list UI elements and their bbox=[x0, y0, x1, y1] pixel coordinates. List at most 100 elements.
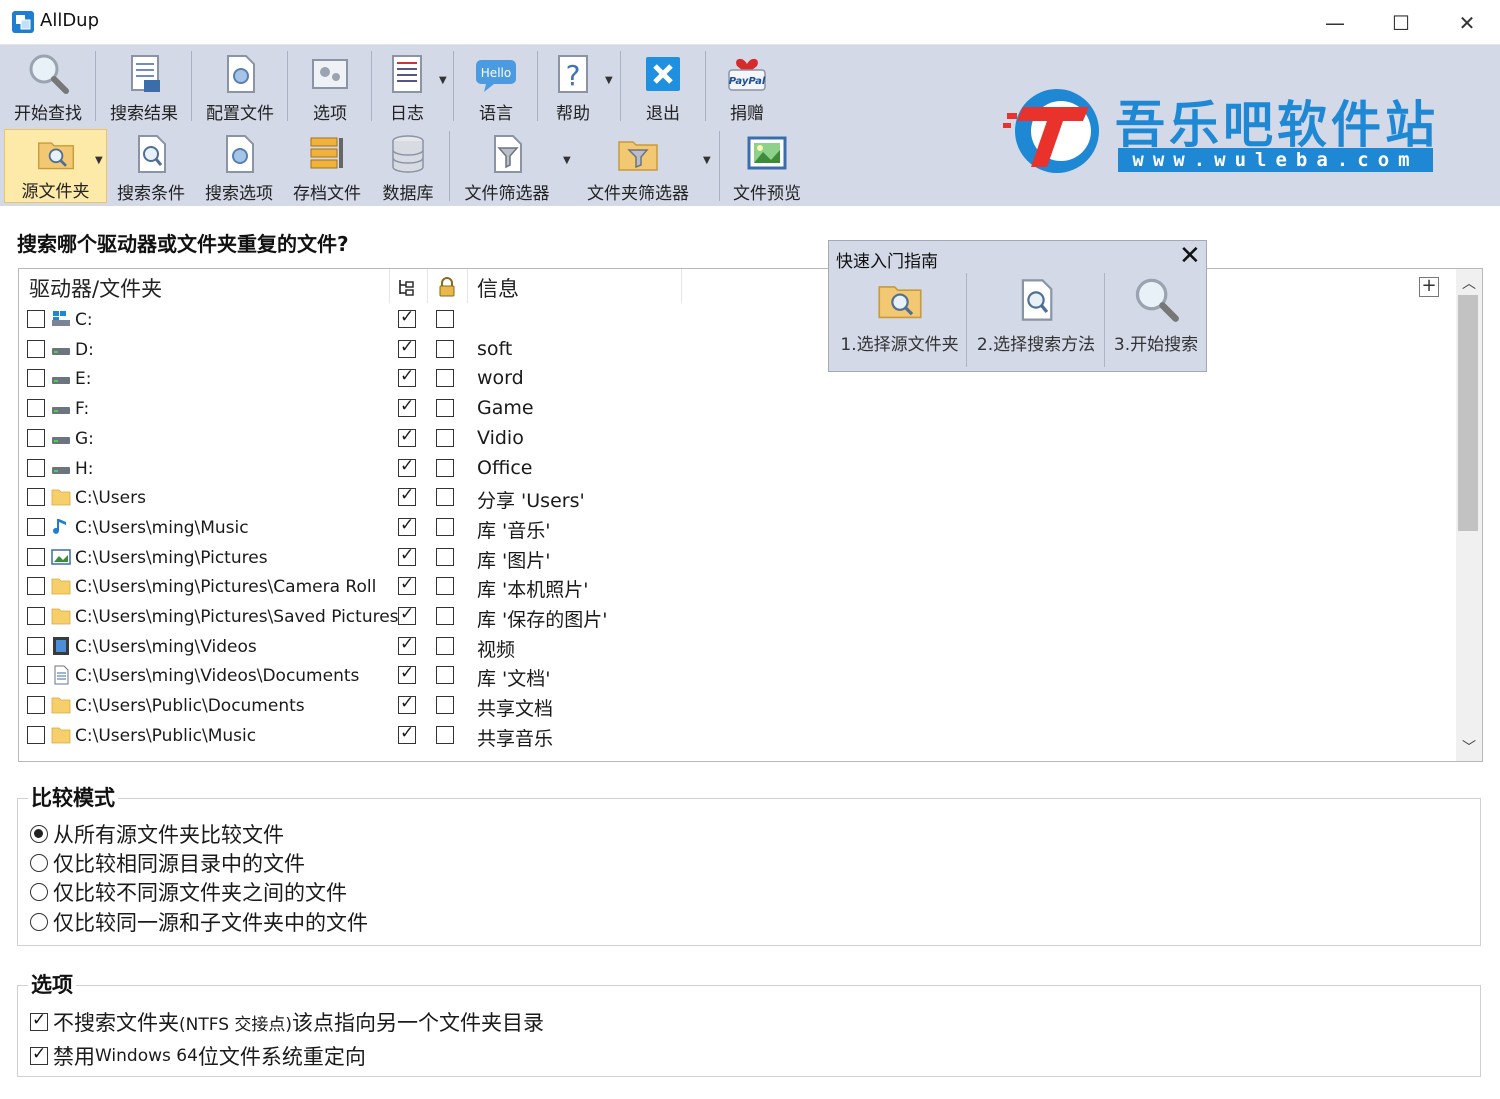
checkbox[interactable] bbox=[30, 1010, 48, 1031]
lock-checkbox[interactable] bbox=[436, 369, 454, 388]
search-criteria-button[interactable]: 搜索条件 bbox=[112, 128, 190, 204]
source-folder-button[interactable]: 源文件夹 bbox=[4, 129, 107, 203]
radio-button[interactable] bbox=[30, 854, 48, 872]
subfolders-checkbox[interactable] bbox=[398, 545, 416, 566]
subfolders-checkbox[interactable] bbox=[398, 604, 416, 625]
subfolders-checkbox[interactable] bbox=[398, 723, 416, 744]
lock-icon[interactable] bbox=[437, 277, 457, 297]
lock-checkbox[interactable] bbox=[436, 696, 454, 715]
row-select-checkbox[interactable] bbox=[27, 696, 45, 715]
row-select-checkbox[interactable] bbox=[27, 369, 45, 388]
lock-checkbox[interactable] bbox=[436, 488, 454, 507]
file-filter-button[interactable]: 文件筛选器 bbox=[456, 128, 558, 204]
table-row[interactable]: C:\Users\ming\Pictures\Saved Pictures 库 '… bbox=[19, 602, 1455, 632]
archive-file-button[interactable]: 存档文件 bbox=[287, 128, 367, 204]
help-button[interactable]: ? 帮助 bbox=[544, 48, 602, 124]
lock-checkbox[interactable] bbox=[436, 517, 454, 536]
subfolders-checkbox[interactable] bbox=[398, 426, 416, 447]
scroll-down-icon[interactable]: ﹀ bbox=[1456, 735, 1482, 761]
table-row[interactable]: C:\Users\Public\Documents 共享文档 bbox=[19, 691, 1455, 721]
search-options-button[interactable]: 搜索选项 bbox=[199, 128, 279, 204]
option-skip-junction[interactable]: 不搜索文件夹 (NTFS 交接点) 该点指向另一个文件夹目录 bbox=[30, 1008, 544, 1036]
chevron-down-icon[interactable]: ▼ bbox=[703, 155, 711, 166]
lock-checkbox[interactable] bbox=[436, 399, 454, 418]
table-row[interactable]: C:\Users\ming\Music 库 '音乐' bbox=[19, 513, 1455, 543]
radio-button[interactable] bbox=[30, 913, 48, 931]
chevron-down-icon[interactable]: ▼ bbox=[95, 155, 103, 166]
table-row[interactable]: C: bbox=[19, 305, 1455, 335]
compare-option-same-source-sub[interactable]: 仅比较同一源和子文件夹中的文件 bbox=[30, 908, 368, 936]
row-select-checkbox[interactable] bbox=[27, 428, 45, 447]
table-row[interactable]: C:\Users\ming\Videos 视频 bbox=[19, 632, 1455, 662]
table-row[interactable]: C:\Users\ming\Videos\Documents 库 '文档' bbox=[19, 661, 1455, 691]
lock-checkbox[interactable] bbox=[436, 547, 454, 566]
subfolders-checkbox[interactable] bbox=[398, 366, 416, 388]
lock-checkbox[interactable] bbox=[436, 607, 454, 625]
language-button[interactable]: Hello 语言 bbox=[461, 48, 531, 124]
subfolders-checkbox[interactable] bbox=[398, 485, 416, 507]
lock-checkbox[interactable] bbox=[436, 339, 454, 358]
subfolders-checkbox[interactable] bbox=[398, 693, 416, 715]
row-select-checkbox[interactable] bbox=[27, 725, 45, 744]
minimize-icon[interactable]: — bbox=[1302, 0, 1368, 45]
row-select-checkbox[interactable] bbox=[27, 310, 45, 328]
subfolders-checkbox[interactable] bbox=[398, 634, 416, 655]
lock-checkbox[interactable] bbox=[436, 310, 454, 328]
compare-option-all[interactable]: 从所有源文件夹比较文件 bbox=[30, 820, 284, 848]
exit-button[interactable]: 退出 bbox=[628, 48, 698, 124]
radio-button[interactable] bbox=[30, 883, 48, 901]
database-button[interactable]: 数据库 bbox=[374, 128, 442, 204]
row-select-checkbox[interactable] bbox=[27, 488, 45, 507]
lock-checkbox[interactable] bbox=[436, 458, 454, 477]
guide-step-start-search[interactable]: 3.开始搜索 bbox=[1107, 271, 1205, 369]
row-select-checkbox[interactable] bbox=[27, 666, 45, 685]
vertical-scrollbar[interactable]: ︿ ﹀ bbox=[1456, 269, 1482, 761]
row-select-checkbox[interactable] bbox=[27, 547, 45, 566]
scroll-thumb[interactable] bbox=[1458, 295, 1478, 531]
radio-button[interactable] bbox=[30, 825, 48, 843]
table-row[interactable]: G: Vidio bbox=[19, 424, 1455, 454]
file-preview-button[interactable]: 文件预览 bbox=[727, 128, 807, 204]
table-row[interactable]: H: Office bbox=[19, 454, 1455, 484]
row-select-checkbox[interactable] bbox=[27, 458, 45, 477]
table-row[interactable]: C:\Users 分享 'Users' bbox=[19, 483, 1455, 513]
lock-checkbox[interactable] bbox=[436, 725, 454, 744]
log-button[interactable]: 日志 bbox=[378, 48, 436, 124]
scroll-up-icon[interactable]: ︿ bbox=[1456, 271, 1482, 297]
table-row[interactable]: E: word bbox=[19, 364, 1455, 394]
compare-option-different-source[interactable]: 仅比较不同源文件夹之间的文件 bbox=[30, 878, 347, 906]
table-row[interactable]: C:\Users\ming\Pictures\Camera Roll 库 '本机照… bbox=[19, 572, 1455, 602]
search-results-button[interactable]: 搜索结果 bbox=[103, 48, 185, 124]
subfolders-checkbox[interactable] bbox=[398, 456, 416, 477]
column-header-path[interactable]: 驱动器/文件夹 bbox=[29, 273, 162, 303]
chevron-down-icon[interactable]: ▼ bbox=[605, 75, 613, 86]
table-row[interactable]: D: soft bbox=[19, 335, 1455, 365]
table-row[interactable]: C:\Users\Public\Music 共享音乐 bbox=[19, 721, 1455, 751]
start-search-button[interactable]: 开始查找 bbox=[6, 48, 90, 124]
table-row[interactable]: C:\Users\ming\Pictures 库 '图片' bbox=[19, 543, 1455, 573]
subfolders-checkbox[interactable] bbox=[398, 574, 416, 596]
row-select-checkbox[interactable] bbox=[27, 339, 45, 358]
lock-checkbox[interactable] bbox=[436, 666, 454, 685]
checkbox[interactable] bbox=[30, 1044, 48, 1065]
guide-close-icon[interactable]: ✕ bbox=[1179, 241, 1201, 271]
donate-button[interactable]: PayPal 捐赠 bbox=[712, 48, 782, 124]
row-select-checkbox[interactable] bbox=[27, 399, 45, 418]
option-disable-redirect[interactable]: 禁用 Windows 64 位文件系统重定向 bbox=[30, 1042, 366, 1070]
guide-step-select-source[interactable]: 1.选择源文件夹 bbox=[833, 271, 966, 369]
row-select-checkbox[interactable] bbox=[27, 577, 45, 596]
subfolders-checkbox[interactable] bbox=[398, 307, 416, 328]
table-row[interactable]: F: Game bbox=[19, 394, 1455, 424]
subfolders-checkbox[interactable] bbox=[398, 663, 416, 685]
close-icon[interactable]: ✕ bbox=[1434, 0, 1500, 45]
subfolders-checkbox[interactable] bbox=[398, 337, 416, 358]
row-select-checkbox[interactable] bbox=[27, 636, 45, 655]
column-header-info[interactable]: 信息 bbox=[477, 273, 519, 303]
subfolder-tree-icon[interactable] bbox=[397, 278, 415, 298]
guide-step-select-method[interactable]: 2.选择搜索方法 bbox=[969, 271, 1103, 369]
compare-option-same-dir[interactable]: 仅比较相同源目录中的文件 bbox=[30, 849, 305, 877]
subfolders-checkbox[interactable] bbox=[398, 515, 416, 536]
folder-filter-button[interactable]: 文件夹筛选器 bbox=[578, 128, 698, 204]
chevron-down-icon[interactable]: ▼ bbox=[563, 155, 571, 166]
lock-checkbox[interactable] bbox=[436, 636, 454, 655]
